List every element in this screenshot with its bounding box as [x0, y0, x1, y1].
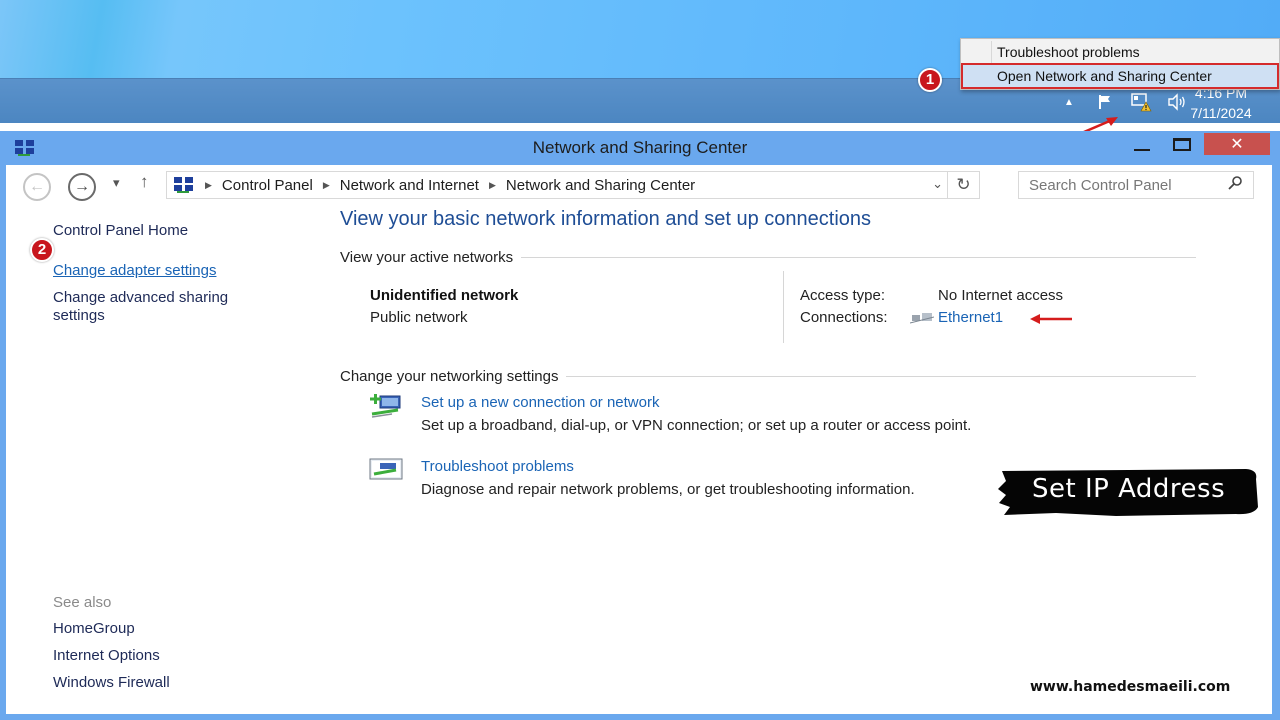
minimize-icon	[1134, 149, 1150, 151]
connections-label: Connections:	[800, 309, 888, 326]
title-tag-text: Set IP Address	[1032, 474, 1226, 504]
breadcrumb-separator-icon[interactable]: ▶	[489, 180, 496, 191]
ethernet1-link[interactable]: Ethernet1	[938, 309, 1003, 326]
new-connection-icon	[370, 394, 401, 418]
control-panel-icon	[174, 177, 193, 193]
annotation-arrow-ethernet	[1030, 314, 1072, 324]
ethernet-icon	[910, 313, 934, 324]
navigation-bar: ← → ▾ ↑ ▶ Control Panel ▶ Network and In…	[6, 165, 1272, 205]
title-bar[interactable]: Network and Sharing Center ✕	[0, 131, 1280, 165]
maximize-icon	[1173, 137, 1191, 151]
maximize-button[interactable]	[1168, 133, 1196, 155]
setup-new-connection-link[interactable]: Set up a new connection or network	[421, 394, 659, 411]
active-networks-section: View your active networks	[340, 247, 1196, 267]
active-networks-heading: View your active networks	[340, 248, 514, 266]
address-bar[interactable]: ▶ Control Panel ▶ Network and Internet ▶…	[166, 171, 980, 199]
search-icon[interactable]	[1227, 175, 1243, 195]
window-content: ← → ▾ ↑ ▶ Control Panel ▶ Network and In…	[6, 165, 1272, 714]
vertical-divider	[783, 271, 784, 343]
network-sharing-center-window: Network and Sharing Center ✕ ← → ▾ ↑ ▶ C…	[0, 131, 1280, 720]
network-warning-icon[interactable]	[1130, 91, 1152, 113]
troubleshoot-problems-link[interactable]: Troubleshoot problems	[421, 458, 574, 475]
change-settings-heading: Change your networking settings	[340, 367, 559, 385]
menu-item-troubleshoot-problems[interactable]: Troubleshoot problems	[963, 41, 1277, 63]
window-title: Network and Sharing Center	[532, 138, 748, 157]
network-name: Unidentified network	[370, 287, 519, 304]
change-adapter-settings-link[interactable]: Change adapter settings	[53, 262, 216, 279]
see-also-heading: See also	[53, 594, 112, 611]
troubleshoot-problems-description: Diagnose and repair network problems, or…	[421, 481, 915, 498]
clock-date: 7/11/2024	[1190, 105, 1252, 121]
access-type-value: No Internet access	[938, 287, 1064, 304]
page-title: View your basic network information and …	[340, 208, 872, 230]
troubleshoot-icon	[369, 458, 403, 480]
recent-locations-dropdown[interactable]: ▾	[113, 175, 120, 191]
section-divider	[566, 375, 1196, 377]
access-type-label: Access type:	[800, 287, 886, 304]
change-settings-section: Change your networking settings	[340, 366, 1196, 386]
windows-firewall-link[interactable]: Windows Firewall	[53, 674, 170, 691]
up-button[interactable]: ↑	[140, 172, 149, 192]
address-dropdown-icon[interactable]: ⌄	[932, 176, 943, 192]
website-watermark: www.hamedesmaeili.com	[1030, 679, 1231, 695]
section-divider	[521, 256, 1196, 258]
breadcrumb-control-panel[interactable]: Control Panel	[222, 177, 313, 194]
close-button[interactable]: ✕	[1204, 133, 1270, 155]
internet-options-link[interactable]: Internet Options	[53, 647, 160, 664]
back-button[interactable]: ←	[23, 173, 51, 201]
step-1-badge: 1	[918, 68, 942, 92]
network-category: Public network	[370, 309, 468, 326]
menu-item-open-network-sharing-center[interactable]: Open Network and Sharing Center	[961, 63, 1279, 89]
forward-button[interactable]: →	[68, 173, 96, 201]
change-advanced-sharing-link[interactable]: Change advanced sharing	[53, 289, 228, 306]
search-box[interactable]: Search Control Panel	[1018, 171, 1254, 199]
breadcrumb-separator-icon[interactable]: ▶	[323, 180, 330, 191]
breadcrumb-network-and-internet[interactable]: Network and Internet	[340, 177, 479, 194]
change-advanced-sharing-link-line2[interactable]: settings	[53, 307, 105, 324]
action-center-flag-icon[interactable]	[1094, 91, 1116, 113]
minimize-button[interactable]	[1128, 133, 1156, 155]
homegroup-link[interactable]: HomeGroup	[53, 620, 135, 637]
refresh-button[interactable]: ↻	[947, 172, 979, 198]
search-placeholder: Search Control Panel	[1029, 177, 1172, 194]
network-context-menu: Troubleshoot problems Open Network and S…	[960, 38, 1280, 90]
step-2-badge: 2	[30, 238, 54, 262]
breadcrumb-network-and-sharing-center[interactable]: Network and Sharing Center	[506, 177, 695, 194]
breadcrumb-separator-icon: ▶	[205, 179, 212, 190]
show-hidden-icons-icon[interactable]: ▲	[1058, 91, 1080, 113]
control-panel-home-link[interactable]: Control Panel Home	[53, 222, 188, 239]
setup-new-connection-description: Set up a broadband, dial-up, or VPN conn…	[421, 417, 972, 434]
